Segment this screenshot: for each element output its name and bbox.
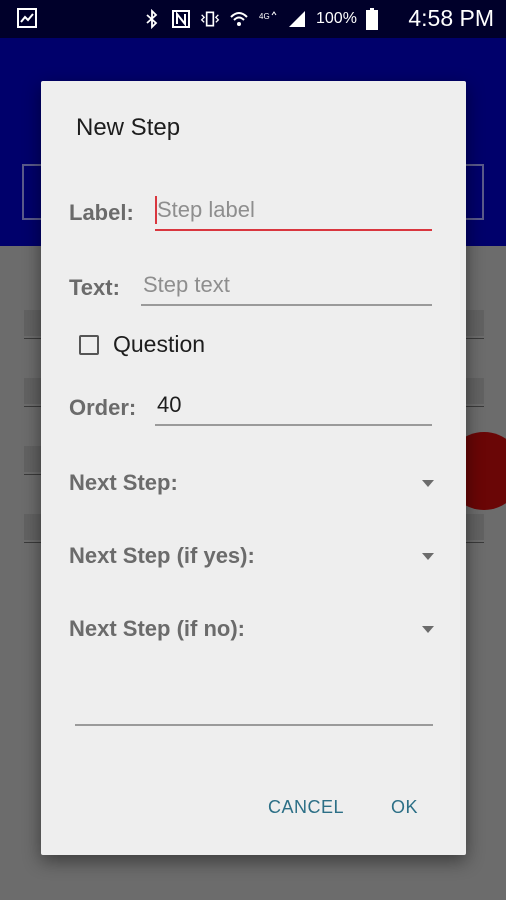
text-caret [155, 196, 157, 224]
text-field-container [141, 268, 432, 306]
dropdown-arrow-icon [422, 553, 434, 560]
battery-percent: 100% [316, 10, 357, 27]
gallery-icon [17, 8, 37, 28]
question-checkbox[interactable] [79, 334, 99, 355]
question-checkbox-row[interactable]: Question [79, 331, 205, 358]
text-field-label: Text: [69, 275, 120, 300]
battery-icon [365, 8, 378, 30]
step-label-input[interactable] [155, 193, 432, 227]
wifi-icon [230, 12, 248, 26]
order-field-underline [155, 424, 432, 426]
status-icons: 4G 100% [142, 6, 378, 32]
order-field-label: Order: [69, 395, 137, 420]
new-step-dialog: New Step Label: Text: Question Order: Ne… [41, 81, 466, 855]
label-field-container [155, 193, 432, 231]
signal-icon [289, 11, 305, 27]
label-field-label: Label: [69, 200, 134, 225]
next-step-label: Next Step: [69, 470, 178, 495]
divider-line [75, 724, 433, 726]
vibrate-icon [200, 11, 220, 27]
status-bar: 4G 100% 4:58 PM [0, 0, 506, 38]
text-field-underline [141, 304, 432, 306]
next-step-no-spinner[interactable]: Next Step (if no): [69, 612, 434, 648]
lte-icon: 4G [259, 11, 277, 21]
order-input[interactable] [155, 388, 432, 422]
next-step-no-label: Next Step (if no): [69, 616, 245, 641]
bluetooth-icon [146, 9, 158, 29]
next-step-spinner[interactable]: Next Step: [69, 466, 434, 502]
step-text-input[interactable] [141, 268, 432, 302]
svg-text:4G: 4G [259, 12, 270, 21]
cancel-button[interactable]: CANCEL [268, 797, 344, 818]
dropdown-arrow-icon [422, 626, 434, 633]
ok-button[interactable]: OK [391, 797, 418, 818]
dialog-title: New Step [76, 114, 181, 141]
nfc-icon [172, 10, 190, 28]
next-step-yes-spinner[interactable]: Next Step (if yes): [69, 539, 434, 575]
dropdown-arrow-icon [422, 480, 434, 487]
order-field-container [155, 388, 432, 426]
status-time: 4:58 PM [408, 5, 494, 31]
label-field-underline [155, 229, 432, 231]
next-step-yes-label: Next Step (if yes): [69, 543, 255, 568]
question-checkbox-label: Question [113, 331, 206, 357]
